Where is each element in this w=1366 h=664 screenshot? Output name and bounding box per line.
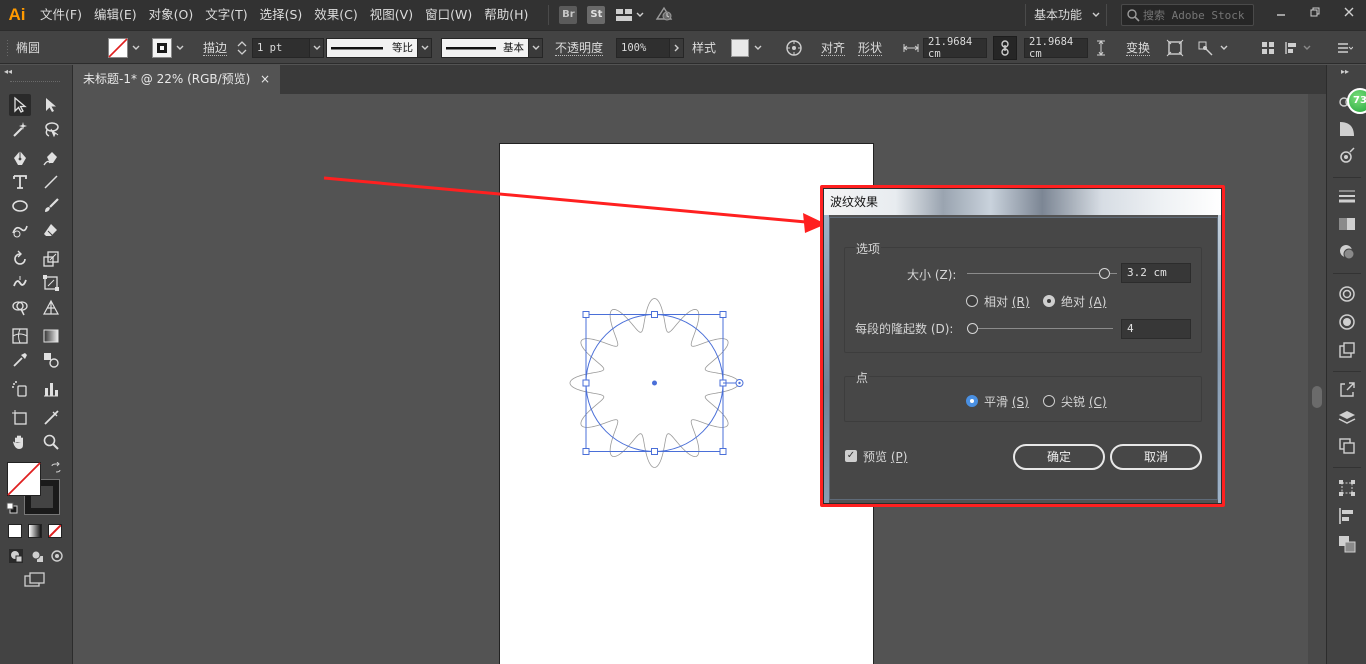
align-panel-icon[interactable] <box>1338 507 1356 525</box>
ok-button[interactable]: 确定 <box>1013 444 1105 470</box>
transform-panel-icon[interactable] <box>1338 479 1356 497</box>
layers-icon[interactable] <box>1338 409 1356 427</box>
ridges-label: 每段的隆起数 (D): <box>855 322 954 336</box>
zigzag-effect-dialog: 波纹效果 选项 大小 (Z): 3.2 cm 相对 (R) 绝对 (A) 每段的… <box>824 189 1221 503</box>
dialog-frame-right <box>1218 215 1221 503</box>
asset-export-icon[interactable] <box>1338 341 1356 359</box>
panel-dock: ▸▸ 73 <box>1326 65 1366 664</box>
points-group-title: 点 <box>855 369 870 386</box>
absolute-radio[interactable] <box>1043 295 1055 307</box>
ridges-input[interactable]: 4 <box>1121 319 1191 339</box>
options-group-title: 选项 <box>855 240 882 257</box>
transparency-icon[interactable] <box>1338 215 1356 233</box>
notification-badge[interactable]: 73 <box>1347 88 1366 114</box>
expand-panels-icon[interactable]: ▸▸ <box>1341 67 1349 76</box>
cancel-button[interactable]: 取消 <box>1110 444 1202 470</box>
ridges-slider-thumb[interactable] <box>967 323 978 334</box>
preview-label[interactable]: 预览 (P) <box>863 448 907 465</box>
swatches-icon[interactable] <box>1338 243 1356 261</box>
size-input[interactable]: 3.2 cm <box>1121 263 1191 283</box>
relative-label[interactable]: 相对 (R) <box>984 293 1030 310</box>
smooth-radio[interactable] <box>966 395 978 407</box>
ridges-slider[interactable] <box>973 328 1113 329</box>
size-slider[interactable] <box>967 273 1117 274</box>
preview-checkbox[interactable]: ✓ <box>845 450 857 462</box>
options-group: 选项 大小 (Z): 3.2 cm 相对 (R) 绝对 (A) 每段的隆起数 (… <box>844 240 1202 353</box>
dialog-title[interactable]: 波纹效果 <box>824 189 1221 215</box>
artboards-panel-icon[interactable] <box>1338 437 1356 455</box>
size-label: 大小 (Z): <box>907 268 957 282</box>
center-point <box>652 380 657 386</box>
absolute-label[interactable]: 绝对 (A) <box>1061 293 1106 310</box>
symbols-icon[interactable] <box>1338 313 1356 331</box>
cc-libraries-icon[interactable] <box>1338 285 1356 303</box>
dialog-body: 选项 大小 (Z): 3.2 cm 相对 (R) 绝对 (A) 每段的隆起数 (… <box>829 217 1218 500</box>
corner-radio[interactable] <box>1043 395 1055 407</box>
smooth-label[interactable]: 平滑 (S) <box>984 393 1029 410</box>
points-group: 点 平滑 (S) 尖锐 (C) <box>844 369 1202 422</box>
size-slider-thumb[interactable] <box>1099 268 1110 279</box>
pathfinder-icon[interactable] <box>1338 535 1356 553</box>
relative-radio[interactable] <box>966 295 978 307</box>
corner-label[interactable]: 尖锐 (C) <box>1061 393 1107 410</box>
export-icon[interactable] <box>1338 381 1356 399</box>
appearance-icon[interactable] <box>1338 147 1356 165</box>
stroke-panel-icon[interactable] <box>1338 187 1356 205</box>
gradient-panel-icon[interactable] <box>1338 120 1356 138</box>
